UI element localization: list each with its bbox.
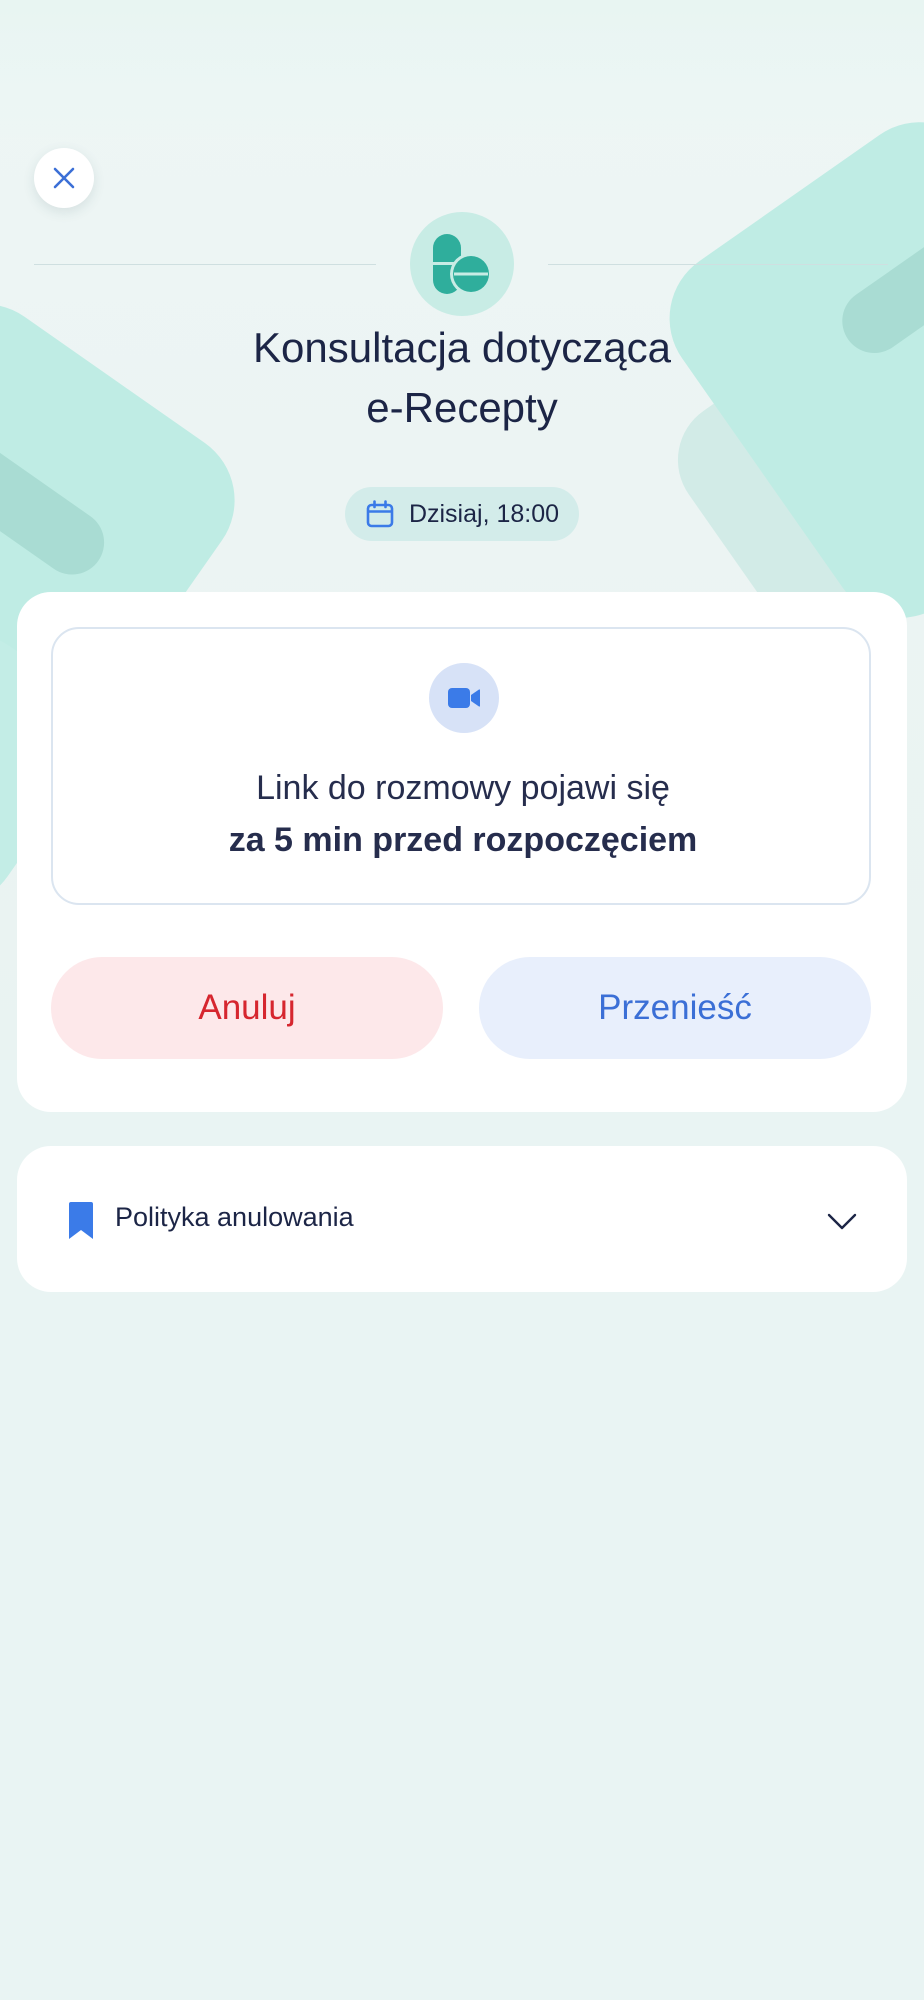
appointment-details-screen: Konsultacja dotycząca e-Recepty Dzisiaj,… bbox=[0, 0, 924, 2000]
appointment-card: Link do rozmowy pojawi się za 5 min prze… bbox=[17, 592, 907, 1112]
pills-icon bbox=[433, 234, 492, 295]
header-divider-right bbox=[548, 264, 888, 265]
close-icon bbox=[53, 167, 75, 189]
appointment-date-text: Dzisiaj, 18:00 bbox=[408, 499, 560, 528]
hero-top-fade bbox=[0, 0, 924, 140]
call-link-info-box: Link do rozmowy pojawi się za 5 min prze… bbox=[51, 627, 871, 905]
appointment-date-chip: Dzisiaj, 18:00 bbox=[345, 487, 579, 541]
bookmark-icon bbox=[69, 1202, 93, 1239]
reschedule-button[interactable]: Przenieść bbox=[479, 957, 871, 1059]
close-button[interactable] bbox=[34, 148, 94, 208]
video-camera-icon bbox=[448, 688, 480, 708]
calendar-icon bbox=[366, 500, 394, 528]
header-divider-left bbox=[34, 264, 376, 265]
info-text-line-2: za 5 min przed rozpoczęciem bbox=[228, 821, 698, 859]
title-line-1: Konsultacja dotycząca bbox=[253, 324, 671, 371]
cancellation-policy-accordion[interactable]: Polityka anulowania bbox=[17, 1146, 907, 1292]
title-line-2: e-Recepty bbox=[366, 384, 558, 431]
chevron-down-icon[interactable] bbox=[825, 1204, 859, 1238]
page-title: Konsultacja dotycząca e-Recepty bbox=[112, 318, 812, 438]
info-text-line-1: Link do rozmowy pojawi się bbox=[256, 769, 670, 807]
service-icon-badge bbox=[410, 212, 514, 316]
video-icon-badge bbox=[429, 663, 499, 733]
cancel-button[interactable]: Anuluj bbox=[51, 957, 443, 1059]
cancellation-policy-label: Polityka anulowania bbox=[115, 1202, 354, 1232]
